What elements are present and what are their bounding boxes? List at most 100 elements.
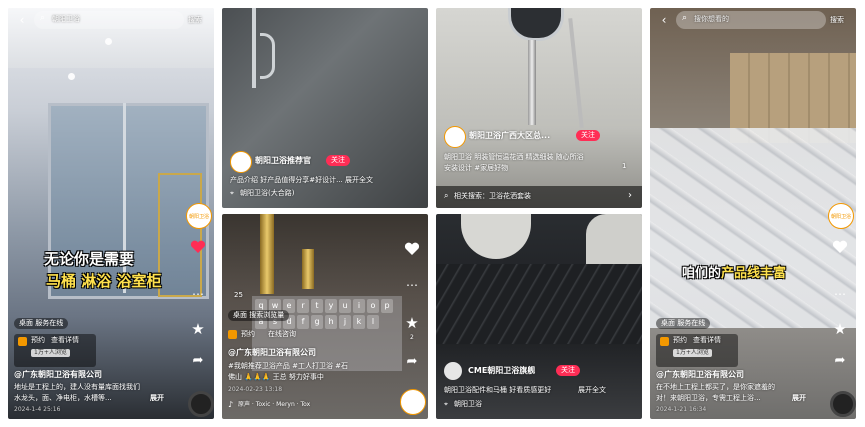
caption-line2: 马桶 淋浴 浴室柜	[46, 270, 161, 291]
related-search-text: 相关搜索：卫浴花洒套装	[454, 192, 531, 200]
share-icon[interactable]: ➦	[190, 353, 206, 368]
location-icon: ⌖	[444, 400, 448, 408]
music-disc[interactable]	[830, 391, 856, 417]
follow-button[interactable]: 关注	[576, 130, 600, 141]
brand-logo[interactable]: 朝阳卫浴	[186, 203, 212, 229]
author-name[interactable]: @广东朝阳卫浴有限公司	[14, 370, 102, 380]
brand-logo[interactable]: 朝阳卫浴	[828, 203, 854, 229]
video-panel-6[interactable]: ‹ ⌕ 搜你想看的 搜索 咱们的产品线丰富 朝阳卫浴 ⋯ ★ ➦ 桌面 服务在线…	[650, 8, 856, 419]
keyboard-key: j	[339, 315, 351, 329]
search-icon: ⌕	[40, 13, 46, 23]
brand-avatar[interactable]	[230, 151, 252, 173]
tag-pill[interactable]: 桌面 服务在线	[14, 318, 69, 329]
post-date: 2024-1-21 16:34	[656, 406, 707, 413]
comment-icon[interactable]: ⋯	[832, 287, 848, 301]
brand-name[interactable]: 朝阳卫浴广西大区总...	[469, 131, 550, 141]
service-label-1: 预约	[31, 336, 45, 344]
video-panel-3[interactable]: 朝阳卫浴广西大区总... 关注 朝阳卫浴 明装管恒温花洒 精选细装 随心所浴 安…	[436, 8, 642, 208]
description: 产品介绍 好产品值得分享#好设计... 展开全文	[230, 176, 373, 184]
caption-line2-a: 马桶 淋浴	[46, 272, 117, 290]
related-search-bar[interactable]: ⌕ 相关搜索：卫浴花洒套装 ›	[436, 186, 642, 208]
gold-handle-shape	[302, 249, 314, 289]
service-label-1: 预约	[241, 330, 255, 338]
post-date: 2024-1-4 25:16	[14, 406, 61, 413]
tag-pill[interactable]: 桌面 服务在线	[656, 318, 711, 329]
search-icon: ⌕	[444, 191, 449, 200]
views-badge: 1万+人浏览	[31, 349, 70, 357]
keyboard-key: f	[297, 315, 309, 329]
back-arrow-icon[interactable]: ‹	[658, 13, 670, 27]
keyboard-key: o	[367, 299, 379, 313]
like-icon[interactable]	[832, 240, 848, 254]
author-name[interactable]: @广东朝阳卫浴有限公司	[228, 348, 316, 358]
brand-name[interactable]: CME朝阳卫浴旗舰	[468, 366, 535, 376]
brand-name[interactable]: 朝阳卫浴推荐官	[255, 156, 311, 166]
search-button[interactable]: 搜索	[830, 16, 844, 25]
service-card[interactable]: 预约 查看详情 1万+人浏览	[14, 334, 96, 367]
service-row[interactable]: 预约 在线咨询	[228, 328, 348, 342]
video-panel-1[interactable]: ‹ ⌕ 朝阳卫浴 搜索 无论你是需要 马桶 淋浴 浴室柜 朝阳卫浴 ⋯ ★ ➦ …	[8, 8, 214, 419]
description-line2: 安装设计 #家居好物	[444, 164, 509, 172]
keyboard-key: r	[297, 299, 309, 313]
brand-logo-text: 朝阳卫浴	[188, 213, 209, 220]
caption-white: 咱们的	[682, 266, 722, 281]
search-input[interactable]: ⌕ 朝阳卫浴	[34, 11, 184, 29]
music-note-icon: ♪	[228, 400, 234, 409]
tag-pill[interactable]: 桌面 搜索浏览量	[228, 310, 290, 321]
brand-logo-text: 朝阳卫浴	[830, 213, 851, 220]
follow-button[interactable]: 关注	[556, 365, 580, 376]
caption-line1: 无论你是需要	[44, 250, 135, 268]
tag-text: 桌面 服务在线	[661, 319, 706, 327]
favorite-star-icon[interactable]: ★	[189, 320, 207, 338]
search-input[interactable]: ⌕ 搜你想看的	[676, 11, 826, 29]
keyboard-key: i	[353, 299, 365, 313]
music-disc[interactable]	[188, 391, 214, 417]
description-line2: 水龙头，面、净电柜，水槽等...	[14, 394, 112, 402]
keyboard-key: p	[381, 299, 393, 313]
faucet-pipe-shape	[528, 40, 536, 125]
keyboard-key: g	[311, 315, 323, 329]
author-name[interactable]: @广东朝阳卫浴有限公司	[656, 370, 744, 380]
expand-link[interactable]: 展开	[792, 394, 806, 403]
brand-avatar[interactable]	[444, 126, 466, 148]
gold-shower-shape	[260, 214, 274, 294]
description: 在不地上工程上都买了，是你家遮羞的	[656, 383, 775, 391]
follow-button[interactable]: 关注	[326, 155, 350, 166]
like-icon[interactable]	[404, 242, 420, 256]
search-button[interactable]: 搜索	[188, 16, 202, 25]
video-panel-2[interactable]: 朝阳卫浴推荐官 关注 产品介绍 好产品值得分享#好设计... 展开全文 ⌖ 朝阳…	[222, 8, 428, 208]
faucet-pile-shape	[650, 128, 856, 328]
music-bar[interactable]: ♪ 原声 · Toxic · Meryn · Tox	[228, 400, 388, 412]
brand-logo[interactable]	[400, 389, 426, 415]
brand-avatar[interactable]	[444, 362, 462, 380]
expand-link[interactable]: 展开	[150, 394, 164, 403]
comment-icon[interactable]: ⋯	[190, 287, 206, 301]
video-panel-4[interactable]: qwertyuiopasdfghjkl 25 ⋯ ★ 2 ➦ 桌面 搜索浏览量 …	[222, 214, 428, 419]
service-card[interactable]: 预约 查看详情 1万+人浏览	[656, 334, 738, 367]
expand-link[interactable]: 展开全文	[578, 386, 606, 395]
description-line2: 佛山 🙏🙏🙏 王总 努力好事中	[228, 373, 324, 381]
location-text[interactable]: 朝阳卫浴	[454, 400, 482, 409]
comment-icon[interactable]: ⋯	[404, 278, 420, 292]
location-text[interactable]: 朝阳卫浴(大合路)	[240, 189, 294, 198]
like-icon[interactable]	[190, 240, 206, 254]
share-icon[interactable]: ➦	[832, 353, 848, 368]
favorite-star-icon[interactable]: ★	[831, 320, 849, 338]
location-icon: ⌖	[230, 189, 234, 197]
back-arrow-icon[interactable]: ‹	[16, 13, 28, 27]
description: 地址是工程上的，建人没有量库面找我们	[14, 383, 140, 391]
marble-base-shape	[436, 264, 642, 344]
keyboard-key: u	[339, 299, 351, 313]
description: 朝阳卫浴配件和马桶 好看质感更好	[444, 386, 552, 394]
tag-text: 桌面 服务在线	[19, 319, 64, 327]
share-icon[interactable]: ➦	[404, 354, 420, 369]
calendar-icon	[228, 330, 237, 339]
favorite-star-icon[interactable]: ★	[403, 314, 421, 332]
caption: 咱们的产品线丰富	[682, 262, 786, 281]
shower-pipe-shape	[260, 33, 275, 79]
calendar-icon	[18, 337, 27, 346]
ceiling-light	[105, 38, 112, 45]
chevron-right-icon: ›	[628, 190, 632, 201]
video-panel-5[interactable]: CME朝阳卫浴旗舰 关注 朝阳卫浴配件和马桶 好看质感更好 展开全文 ⌖ 朝阳卫…	[436, 214, 642, 419]
ceiling-light	[68, 73, 75, 80]
